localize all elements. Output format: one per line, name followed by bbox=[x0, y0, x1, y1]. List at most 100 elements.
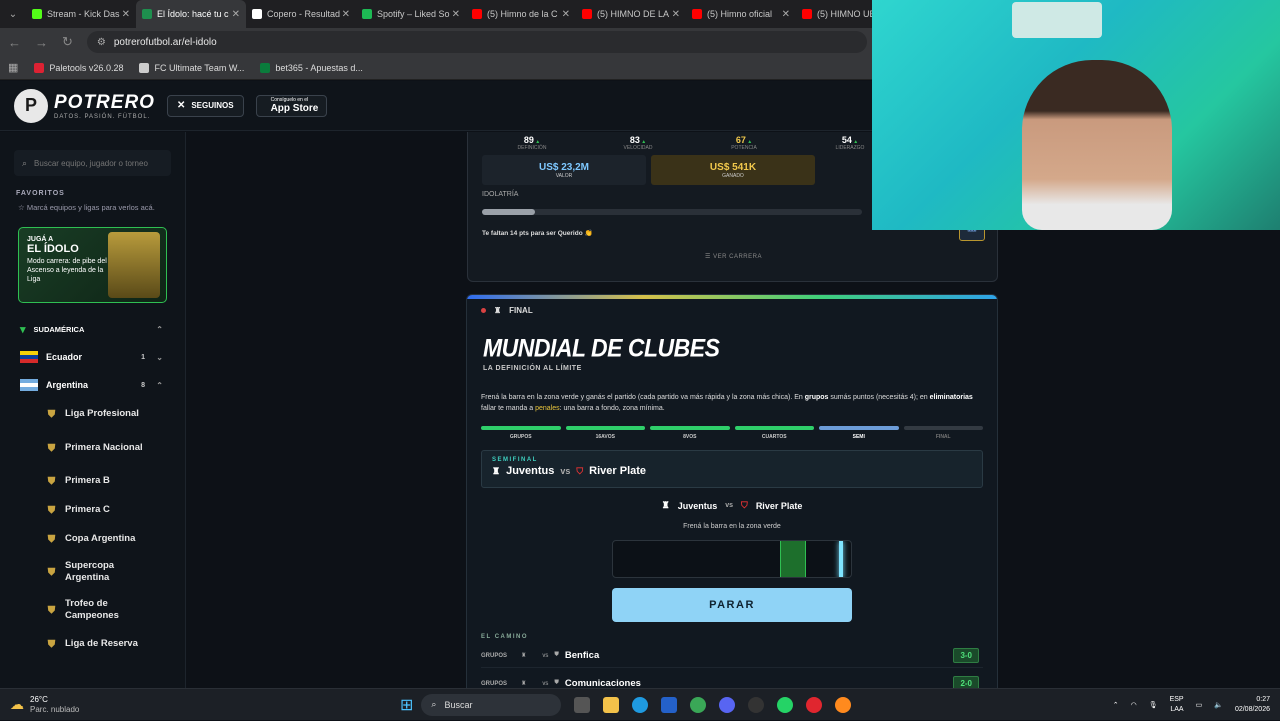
store-big-label: App Store bbox=[270, 103, 319, 114]
browser-tab[interactable]: Stream - Kick Das ✕ bbox=[26, 0, 136, 28]
juventus-badge-icon: ♜ bbox=[521, 653, 527, 659]
chevron-icon: ⌄ bbox=[156, 352, 163, 362]
weather-widget[interactable]: ☁ 26°C Parc. nublado bbox=[0, 695, 400, 715]
progress-step-bar bbox=[734, 426, 814, 430]
earned-amount: US$ 541K bbox=[709, 161, 757, 173]
favorites-note-text: Marcá equipos y ligas para verlos acá. bbox=[26, 203, 155, 212]
browser-tab[interactable]: Copero - Resultad ✕ bbox=[246, 0, 356, 28]
browser-tab[interactable]: Spotify – Liked So ✕ bbox=[356, 0, 466, 28]
opera-icon[interactable] bbox=[806, 696, 823, 713]
progress-step-label: GRUPOS bbox=[509, 434, 532, 440]
follow-x-button[interactable]: ✕ SEGUINOS bbox=[166, 94, 244, 117]
country-flag-icon bbox=[20, 379, 38, 391]
el-idolo-promo[interactable]: JUGÁ A EL ÍDOLO Modo carrera: de pibe de… bbox=[18, 227, 167, 303]
back-icon[interactable]: ← bbox=[8, 35, 21, 50]
clock-time: 0:27 bbox=[1256, 696, 1270, 703]
sidebar-league[interactable]: ⛊ Trofeo de Campeones bbox=[0, 591, 185, 629]
league-name: Liga Profesional bbox=[65, 408, 139, 419]
lang-secondary: LAA bbox=[1170, 706, 1184, 713]
sidebar-league[interactable]: ⛊ Copa Argentina bbox=[0, 525, 185, 553]
region-sudamerica[interactable]: ▾ SUDAMÉRICA ⌃ bbox=[0, 315, 185, 343]
close-tab-icon[interactable]: ✕ bbox=[452, 9, 460, 20]
volume-icon[interactable]: 🔈 bbox=[1214, 701, 1223, 709]
sidebar-country[interactable]: Ecuador 1 ⌄ bbox=[0, 343, 185, 371]
league-name: Supercopa Argentina bbox=[65, 560, 115, 583]
mic-icon[interactable]: 🎙 bbox=[1149, 701, 1158, 709]
stat-label: POTENCIA bbox=[731, 145, 757, 151]
tab-title: (5) Himno de la C bbox=[487, 9, 558, 19]
windows-start-icon[interactable]: ⊞ bbox=[400, 695, 413, 715]
ver-carrera-link[interactable]: ☰ VER CARRERA bbox=[468, 253, 999, 260]
progress-step-label: SEMI bbox=[852, 434, 865, 440]
close-tab-icon[interactable]: ✕ bbox=[672, 9, 680, 20]
sidebar-league[interactable]: ⛊ Liga Profesional bbox=[0, 399, 185, 429]
tournament-progress: GRUPOS 16AVOS 8VOS CUARTOS SEMI FINAL bbox=[481, 426, 983, 440]
chrome-icon[interactable] bbox=[690, 696, 707, 713]
close-tab-icon[interactable]: ✕ bbox=[122, 9, 130, 20]
sidebar-country[interactable]: Argentina 8 ⌃ bbox=[0, 371, 185, 399]
app-store-button[interactable]: Consíguelo en el App Store bbox=[255, 94, 328, 117]
file-explorer-icon[interactable] bbox=[603, 696, 620, 713]
close-tab-icon[interactable]: ✕ bbox=[232, 9, 240, 20]
store-icon[interactable] bbox=[661, 696, 678, 713]
career-stat: 67 ▲ POTENCIA bbox=[694, 135, 794, 151]
close-tab-icon[interactable]: ✕ bbox=[782, 9, 790, 20]
league-name: Primera C bbox=[65, 504, 110, 515]
bookmark-label: FC Ultimate Team W... bbox=[154, 62, 245, 73]
vs-label: vs bbox=[542, 652, 549, 659]
sidebar-league[interactable]: ⛊ Primera B bbox=[0, 467, 185, 495]
task-view-icon[interactable] bbox=[574, 696, 591, 713]
firefox-icon[interactable] bbox=[835, 696, 852, 713]
sidebar-league[interactable]: ⛊ Primera Nacional bbox=[0, 429, 185, 467]
idolatry-fill bbox=[482, 209, 536, 215]
bookmark[interactable]: FC Ultimate Team W... bbox=[139, 62, 245, 73]
windows-search[interactable]: ⌕ Buscar bbox=[421, 693, 562, 716]
edge-icon[interactable] bbox=[632, 696, 649, 713]
chevron-icon: ⌃ bbox=[156, 380, 163, 390]
rival-team: Benfica bbox=[564, 650, 600, 661]
vs-label: vs bbox=[560, 466, 571, 476]
bookmark[interactable]: bet365 - Apuestas d... bbox=[260, 62, 363, 73]
tab-favicon-icon bbox=[582, 9, 592, 19]
tab-search-button[interactable]: ⌄ bbox=[0, 9, 26, 20]
network-icon[interactable]: ▭ bbox=[1196, 701, 1203, 709]
search-input[interactable] bbox=[34, 158, 163, 168]
browser-tab[interactable]: (5) Himno de la C ✕ bbox=[466, 0, 576, 28]
path-heading: EL CAMINO bbox=[481, 634, 529, 640]
language-indicator[interactable]: ESP LAA bbox=[1170, 695, 1184, 715]
brand-tagline: DATOS. PASIÓN. FÚTBOL. bbox=[54, 113, 151, 120]
browser-tab[interactable]: El Ídolo: hacé tu c ✕ bbox=[136, 0, 246, 28]
wifi-icon[interactable]: ◠ bbox=[1131, 701, 1137, 709]
close-tab-icon[interactable]: ✕ bbox=[342, 9, 350, 20]
browser-tab[interactable]: (5) HIMNO DE LA ✕ bbox=[576, 0, 686, 28]
progress-step-label: FINAL bbox=[935, 434, 951, 440]
potrero-logo[interactable]: P POTRERO DATOS. PASIÓN. FÚTBOL. bbox=[14, 88, 155, 123]
apps-grid-icon[interactable]: ▦ bbox=[8, 61, 18, 74]
sidebar-league[interactable]: ⛊ Primera C bbox=[0, 495, 185, 525]
tray-expand-icon[interactable]: ⌃ bbox=[1113, 701, 1119, 709]
clock[interactable]: 0:27 02/08/2026 bbox=[1235, 695, 1270, 715]
address-bar[interactable]: ⚙ potrerofutbol.ar/el-idolo bbox=[86, 31, 867, 53]
stop-button[interactable]: PARAR bbox=[612, 588, 852, 622]
close-tab-icon[interactable]: ✕ bbox=[562, 9, 570, 20]
whatsapp-icon[interactable] bbox=[777, 696, 794, 713]
forward-icon[interactable]: → bbox=[35, 35, 48, 50]
reload-icon[interactable]: ↻ bbox=[62, 34, 73, 50]
discord-icon[interactable] bbox=[719, 696, 736, 713]
site-info-icon[interactable]: ⚙ bbox=[97, 37, 106, 48]
tab-favicon-icon bbox=[472, 9, 482, 19]
tab-favicon-icon bbox=[692, 9, 702, 19]
rival-crest-icon: ⛊ bbox=[554, 652, 559, 658]
tab-title: (5) HIMNO DE LA bbox=[597, 9, 670, 19]
sidebar-search[interactable]: ⌕ bbox=[14, 150, 171, 176]
obs-icon[interactable] bbox=[748, 696, 765, 713]
sidebar-league[interactable]: ⛊ Liga de Reserva bbox=[0, 629, 185, 659]
green-zone bbox=[779, 541, 806, 577]
sidebar-league[interactable]: ⛊ Supercopa Argentina bbox=[0, 553, 185, 591]
league-crest-icon: ⛊ bbox=[47, 566, 56, 578]
bookmark[interactable]: Paletools v26.0.28 bbox=[34, 62, 123, 73]
browser-tab[interactable]: (5) Himno oficial ✕ bbox=[686, 0, 796, 28]
webcam-overlay bbox=[872, 0, 1280, 230]
match-score: 3-0 bbox=[953, 648, 979, 663]
juventus-badge-icon: ♜ bbox=[492, 465, 501, 476]
